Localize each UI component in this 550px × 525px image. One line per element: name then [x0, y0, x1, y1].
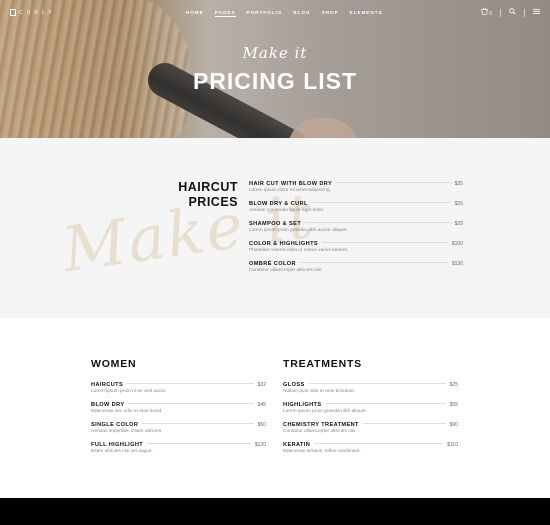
price-item-description: Aenean imperdiet. Etiam ultricies.	[91, 429, 163, 434]
price-item-name: Blow dry	[91, 402, 125, 408]
price-item: Highlights $55 Lorem ipsum proin gravida …	[283, 402, 458, 422]
cart-icon[interactable]: 0	[480, 7, 492, 17]
logo[interactable]: CURLY	[10, 9, 56, 16]
price-item-description: Etiam ultricies nisi vel augue.	[91, 449, 153, 454]
menu-item-elements[interactable]: Elements	[350, 10, 383, 17]
price-item-name: Keratin	[283, 442, 311, 448]
price-item: Full highlight $120 Etiam ultricies nisi …	[91, 442, 266, 462]
haircut-prices-heading: HAIRCUT PRICES	[150, 180, 238, 210]
treatments-heading: TREATMENTS	[283, 358, 362, 370]
heading-line-2: PRICES	[188, 195, 238, 209]
main-menu: Home Pages Portfolio Blog Shop Elements	[186, 10, 394, 17]
menu-item-pages[interactable]: Pages	[214, 10, 236, 17]
price-item-price: $120	[254, 442, 266, 448]
price-item-leader	[308, 383, 446, 384]
price-item-description: Lorem ipsum proin gravida nibh auctor al…	[249, 228, 348, 233]
menu-item-home[interactable]: Home	[186, 10, 204, 17]
price-item: Chemistry treatment $90 Curabitur ullamco…	[283, 422, 458, 442]
price-item-description: Curabitur ullamcorper ultricies nisi.	[283, 429, 357, 434]
hero-banner: CURLY Home Pages Portfolio Blog Shop Ele…	[0, 0, 550, 138]
price-item-price: $25	[454, 201, 463, 207]
price-item-name: Hair cut with blow dry	[249, 181, 333, 187]
logo-text: CURLY	[19, 9, 56, 16]
price-item-price: $110	[447, 442, 458, 448]
nav-icons: 0	[480, 7, 540, 17]
footer	[0, 498, 550, 525]
price-item: Blow dry $45 Maecenas nec odio et ante ti…	[91, 402, 266, 422]
price-item-leader	[314, 443, 444, 444]
nav-divider	[500, 8, 501, 17]
price-item-leader	[305, 222, 451, 223]
price-item-description: Phasellus viverra nulla ut metus varius …	[249, 248, 349, 253]
search-icon[interactable]	[509, 8, 516, 17]
price-item-leader	[128, 403, 254, 404]
menu-item-portfolio[interactable]: Portfolio	[247, 10, 283, 17]
price-item-name: Shampoo & set	[249, 221, 302, 227]
price-item-name: Chemistry treatment	[283, 422, 359, 428]
price-item-name: Color & highlights	[249, 241, 319, 247]
services-section: WOMEN Haircuts $32 Lorem ipsum proin ni s…	[0, 318, 550, 498]
logo-mark	[10, 9, 16, 16]
price-item-description: Lorem ipsum proin ni se velit aucto.	[91, 389, 167, 394]
price-item-price: $100	[451, 241, 463, 247]
price-item: Shampoo & set $25 Lorem ipsum proin gravi…	[249, 221, 463, 241]
price-item-price: $45	[257, 402, 266, 408]
price-item: Hair cut with blow dry $35 Lorem ipsum do…	[249, 181, 463, 201]
price-item-leader	[362, 423, 446, 424]
price-item-price: $35	[454, 181, 463, 187]
price-item-description: Curabitur ullamcorper ultricies nisi.	[249, 268, 323, 273]
price-item-leader	[336, 182, 451, 183]
price-item: Single color $50 Aenean imperdiet. Etiam …	[91, 422, 266, 442]
menu-item-shop[interactable]: Shop	[322, 10, 339, 17]
price-item-name: Single color	[91, 422, 139, 428]
price-item-name: Full highlight	[91, 442, 144, 448]
price-item-description: Lorem ipsum dolor sit amet adipiscing.	[249, 188, 331, 193]
haircut-price-list: Hair cut with blow dry $35 Lorem ipsum do…	[249, 181, 463, 281]
haircut-prices-section: Make it HAIRCUT PRICES Hair cut with blo…	[0, 138, 550, 318]
women-price-column: WOMEN Haircuts $32 Lorem ipsum proin ni s…	[91, 358, 266, 462]
price-item-leader	[299, 262, 448, 263]
price-item: Gloss $25 Nullam quis odio et ante tincid…	[283, 382, 458, 402]
price-item-price: $130	[451, 261, 463, 267]
price-item-leader	[147, 443, 251, 444]
price-item-name: Blow dry & curl	[249, 201, 308, 207]
price-item-price: $50	[257, 422, 266, 428]
price-item-leader	[322, 242, 448, 243]
price-item: Keratin $110 Maecenas tempus, tellus cond…	[283, 442, 458, 462]
women-heading: WOMEN	[91, 358, 137, 370]
price-item-description: Maecenas tempus, tellus condiment.	[283, 449, 361, 454]
hero-script-text: Make it	[242, 44, 308, 62]
price-item-name: Gloss	[283, 382, 305, 388]
price-item-name: Haircuts	[91, 382, 124, 388]
menu-icon[interactable]	[533, 8, 540, 17]
price-item-name: Highlights	[283, 402, 322, 408]
price-item-price: $25	[449, 382, 458, 388]
price-item-description: Nullam quis odio et ante tincidunt.	[283, 389, 355, 394]
cart-count: 0	[489, 11, 492, 17]
price-item: Ombré color $130 Curabitur ullamcorper ul…	[249, 261, 463, 281]
price-item-leader	[127, 383, 254, 384]
price-item-description: Maecenas nec odio et ante tincid.	[91, 409, 163, 414]
price-item-leader	[325, 403, 446, 404]
nav-divider	[524, 8, 525, 17]
price-item-description: Aenean commodo ligula eget dolor.	[249, 208, 325, 213]
menu-item-blog[interactable]: Blog	[293, 10, 310, 17]
price-item-leader	[142, 423, 254, 424]
price-item-description: Lorem ipsum proin gravida nibh aliquet.	[283, 409, 367, 414]
price-item-price: $32	[257, 382, 266, 388]
page-title: PRICING LIST	[192, 68, 358, 94]
price-item: Color & highlights $100 Phasellus viverra…	[249, 241, 463, 261]
heading-line-1: HAIRCUT	[178, 180, 238, 194]
price-item: Blow dry & curl $25 Aenean commodo ligula…	[249, 201, 463, 221]
treatments-price-column: TREATMENTS Gloss $25 Nullam quis odio et …	[283, 358, 458, 462]
price-item-price: $25	[454, 221, 463, 227]
price-item-price: $90	[449, 422, 458, 428]
price-item-name: Ombré color	[249, 261, 296, 267]
price-item: Haircuts $32 Lorem ipsum proin ni se veli…	[91, 382, 266, 402]
top-navigation: CURLY Home Pages Portfolio Blog Shop Ele…	[0, 0, 550, 26]
price-item-leader	[311, 202, 451, 203]
price-item-price: $55	[449, 402, 458, 408]
